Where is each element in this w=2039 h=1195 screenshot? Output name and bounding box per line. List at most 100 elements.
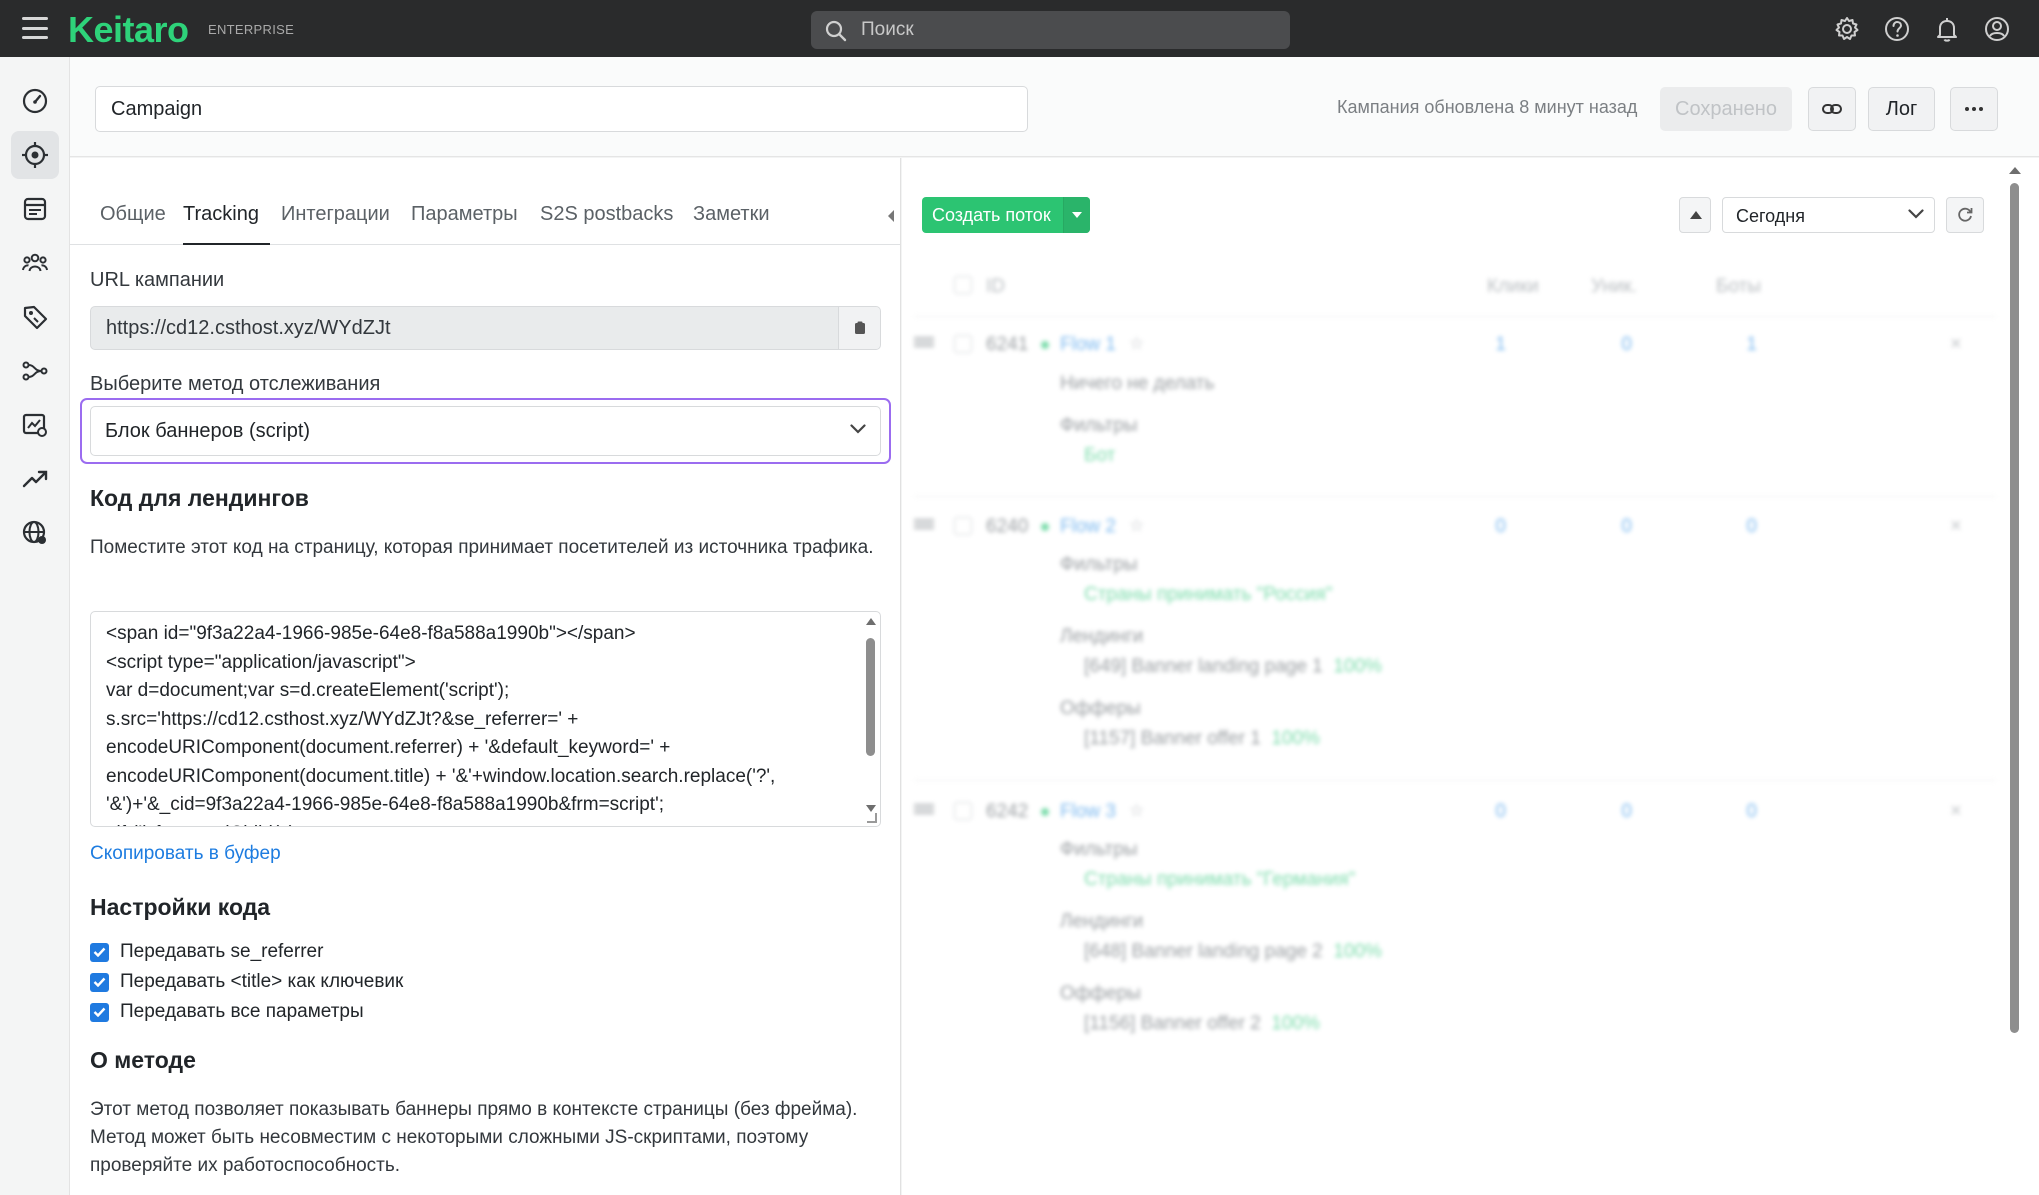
sidebar xyxy=(0,57,70,1195)
checkbox-checked-icon[interactable] xyxy=(90,942,109,962)
nav-trends[interactable] xyxy=(11,455,59,503)
date-range-select[interactable]: Сегодня xyxy=(1722,197,1935,233)
drag-handle-icon[interactable] xyxy=(914,337,934,347)
search-input[interactable] xyxy=(861,11,1281,49)
campaign-url-input[interactable] xyxy=(91,307,839,349)
link-icon xyxy=(1822,104,1842,114)
nav-dashboard[interactable] xyxy=(11,77,59,125)
star-icon[interactable]: ☆ xyxy=(1129,334,1144,354)
offers-label: Офферы xyxy=(1060,983,1141,1004)
close-icon[interactable]: × xyxy=(1950,333,1962,356)
close-icon[interactable]: × xyxy=(1950,800,1962,823)
code-line: <script type="application/javascript"> xyxy=(106,651,416,673)
flow-checkbox[interactable] xyxy=(954,802,972,820)
column-unique: Уник. xyxy=(1591,276,1637,297)
create-flow-dropdown[interactable] xyxy=(1063,197,1090,233)
checkbox-checked-icon[interactable] xyxy=(90,1002,109,1022)
flow-action: Ничего не делать xyxy=(1060,373,1215,394)
tracking-method-value: Блок баннеров (script) xyxy=(105,420,311,442)
tag-icon xyxy=(23,305,48,330)
filters-label: Фильтры xyxy=(1060,415,1138,436)
tab-s2s-postbacks[interactable]: S2S postbacks xyxy=(540,203,673,245)
select-all-checkbox[interactable] xyxy=(954,276,972,294)
tab-integrations[interactable]: Интеграции xyxy=(281,203,390,245)
help-icon[interactable] xyxy=(1883,15,1911,43)
landings-label: Лендинги xyxy=(1060,626,1144,647)
save-button[interactable]: Сохранено xyxy=(1660,87,1792,131)
tab-general[interactable]: Общие xyxy=(100,203,166,245)
star-icon[interactable]: ☆ xyxy=(1129,516,1144,536)
route-icon xyxy=(22,361,48,381)
flow-bots: 1 xyxy=(1746,334,1757,355)
landing-item: [649] Banner landing page 1 100% xyxy=(1084,656,1382,677)
nav-offers[interactable] xyxy=(11,293,59,341)
nav-domains[interactable] xyxy=(11,509,59,557)
log-button[interactable]: Лог xyxy=(1868,87,1935,131)
column-clicks: Клики xyxy=(1487,276,1539,297)
flow-checkbox[interactable] xyxy=(954,517,972,535)
scroll-thumb[interactable] xyxy=(2010,183,2019,1033)
setting-se-referrer[interactable]: Передавать se_referrer xyxy=(90,941,323,963)
flows-scrollbar[interactable] xyxy=(2006,165,2022,1190)
nav-sources[interactable] xyxy=(11,347,59,395)
caret-up-icon xyxy=(1690,211,1702,219)
drag-handle-icon[interactable] xyxy=(914,804,934,814)
flow-unique: 0 xyxy=(1621,516,1632,537)
code-line: encodeURIComponent(document.referrer) + … xyxy=(106,737,671,758)
tab-notes[interactable]: Заметки xyxy=(693,203,770,245)
more-button[interactable] xyxy=(1950,87,1998,131)
flow-name[interactable]: Flow 3 xyxy=(1060,801,1116,823)
nav-groups[interactable] xyxy=(11,239,59,287)
search-box[interactable] xyxy=(811,11,1290,49)
bell-icon[interactable] xyxy=(1933,15,1961,43)
code-line: '&')+'&_cid=9f3a22a4-1966-985e-64e8-f8a5… xyxy=(106,794,664,815)
flow-checkbox[interactable] xyxy=(954,335,972,353)
globe-icon xyxy=(22,520,46,544)
users-icon xyxy=(22,253,48,272)
flow-clicks: 0 xyxy=(1495,516,1506,537)
copy-url-button[interactable] xyxy=(838,307,880,349)
tracking-method-select[interactable]: Блок баннеров (script) xyxy=(90,406,881,456)
link-button[interactable] xyxy=(1808,87,1856,131)
nav-campaigns[interactable] xyxy=(11,131,59,179)
menu-icon[interactable] xyxy=(22,17,48,39)
tab-parameters[interactable]: Параметры xyxy=(411,203,518,245)
flow-name[interactable]: Flow 1 xyxy=(1060,334,1116,356)
code-line: encodeURIComponent(document.title) + '&'… xyxy=(106,765,776,787)
create-flow-button[interactable]: Создать поток xyxy=(922,197,1090,233)
flow-id: 6240 xyxy=(986,516,1029,537)
nav-landings[interactable] xyxy=(11,185,59,233)
chevron-left-icon[interactable] xyxy=(887,210,895,222)
star-icon[interactable]: ☆ xyxy=(1129,801,1144,821)
sort-button[interactable] xyxy=(1679,197,1711,233)
resize-handle[interactable] xyxy=(867,813,877,823)
trending-up-icon xyxy=(22,470,48,488)
close-icon[interactable]: × xyxy=(1950,515,1962,538)
tab-tracking[interactable]: Tracking xyxy=(183,203,270,245)
setting-title-keyword[interactable]: Передавать <title> как ключевик xyxy=(90,971,403,993)
status-dot xyxy=(1041,341,1049,349)
code-line: s.src='https://cd12.csthost.xyz/WYdZJt?&… xyxy=(106,708,579,730)
campaign-name-input[interactable] xyxy=(95,86,1028,132)
copy-to-clipboard-link[interactable]: Скопировать в буфер xyxy=(90,843,281,865)
nav-reports[interactable] xyxy=(11,401,59,449)
user-icon[interactable] xyxy=(1983,15,2011,43)
column-bots: Боты xyxy=(1716,276,1761,297)
setting-all-params[interactable]: Передавать все параметры xyxy=(90,1001,364,1023)
scroll-up-icon[interactable] xyxy=(2009,167,2021,174)
code-textarea[interactable]: <span id="9f3a22a4-1966-985e-64e8-f8a588… xyxy=(90,611,881,827)
logo[interactable]: Keitaro xyxy=(68,9,189,51)
code-line: if (!) { appendChild(s); xyxy=(106,820,846,827)
gear-icon[interactable] xyxy=(1833,15,1861,43)
more-icon xyxy=(1965,107,1983,111)
checkbox-checked-icon[interactable] xyxy=(90,972,109,992)
refresh-button[interactable] xyxy=(1946,197,1984,233)
top-bar: Keitaro ENTERPRISE xyxy=(0,0,2039,57)
code-scrollbar[interactable] xyxy=(864,616,878,812)
drag-handle-icon[interactable] xyxy=(914,519,934,529)
filter-value: Страны принимать "Россия" xyxy=(1084,584,1333,605)
landings-label: Лендинги xyxy=(1060,911,1144,932)
flow-id: 6241 xyxy=(986,334,1029,355)
setting-label: Передавать se_referrer xyxy=(120,941,324,962)
flow-name[interactable]: Flow 2 xyxy=(1060,516,1116,538)
